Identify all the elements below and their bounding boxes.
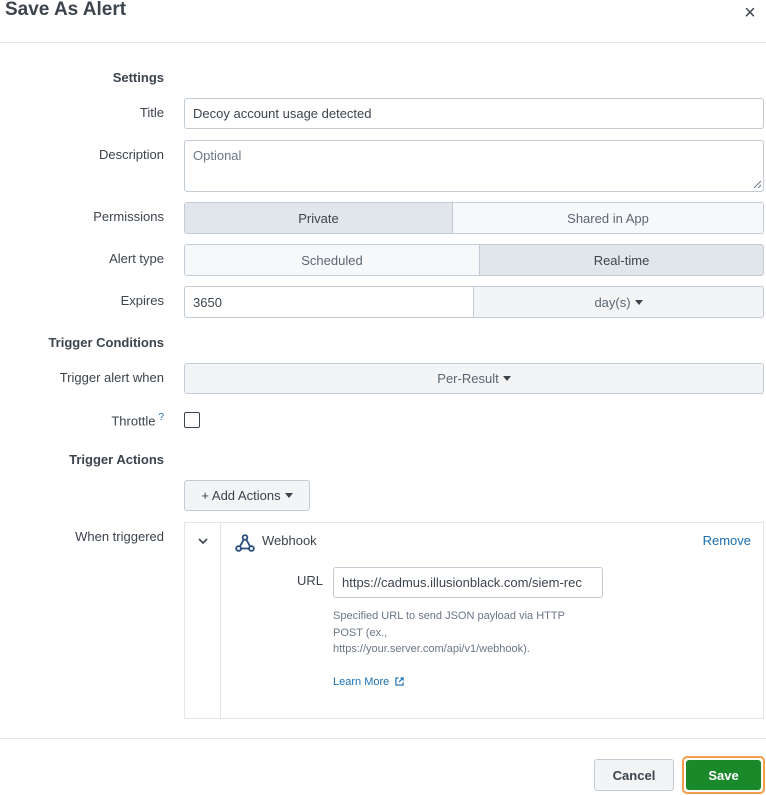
trigger-alert-when-label: Trigger alert when [59,370,164,385]
url-label: URL [297,573,324,588]
webhook-url-input[interactable] [333,567,603,598]
webhook-action-panel: Webhook Remove URL Specified URL to send… [184,522,764,719]
throttle-label: Throttle? [0,412,164,428]
permissions-toggle: Private Shared in App [184,202,764,234]
permissions-private-option[interactable]: Private [185,203,452,233]
add-actions-button[interactable]: + Add Actions [184,480,310,511]
expires-label: Expires [120,293,164,308]
trigger-actions-heading: Trigger Actions [69,452,164,467]
trigger-value-label: Per-Result [437,371,499,386]
description-textarea[interactable] [184,140,764,192]
expires-unit-label: day(s) [594,294,631,310]
webhook-help-text: Specified URL to send JSON payload via H… [333,610,565,655]
alert-type-scheduled-option[interactable]: Scheduled [185,245,479,275]
external-link-icon [395,677,405,686]
learn-more-link[interactable]: Learn More [333,676,405,688]
save-button-focus-ring: Save [682,756,765,794]
remove-action-link[interactable]: Remove [703,533,751,548]
caret-down-icon [634,299,643,305]
description-label: Description [98,147,164,162]
alert-type-label: Alert type [109,251,164,266]
alert-type-toggle: Scheduled Real-time [184,244,764,276]
close-icon[interactable]: × [740,3,760,23]
alert-type-realtime-option[interactable]: Real-time [479,245,763,275]
webhook-icon [235,534,255,552]
dialog-title: Save As Alert [5,0,127,20]
title-input[interactable] [184,98,764,129]
throttle-checkbox[interactable] [184,412,200,428]
dialog-header: Save As Alert × [0,0,766,43]
caret-down-icon [502,376,511,381]
permissions-shared-option[interactable]: Shared in App [452,203,763,233]
chevron-down-icon[interactable] [197,535,209,547]
cancel-button[interactable]: Cancel [594,759,674,791]
webhook-action-name: Webhook [262,533,317,548]
when-triggered-label: When triggered [75,529,164,544]
action-collapse-rail [185,523,221,718]
permissions-label: Permissions [93,209,164,224]
resize-grip-icon[interactable] [753,180,762,189]
save-button[interactable]: Save [686,760,761,790]
trigger-alert-when-dropdown[interactable]: Per-Result [184,363,764,394]
throttle-label-text: Throttle [111,413,156,429]
trigger-conditions-heading: Trigger Conditions [48,335,164,350]
caret-down-icon [284,493,293,498]
learn-more-label: Learn More [333,676,390,688]
add-actions-label: + Add Actions [201,488,281,503]
throttle-help-icon[interactable]: ? [158,412,164,423]
expires-input[interactable] [184,286,474,318]
settings-heading: Settings [112,70,164,85]
title-label: Title [139,105,164,120]
footer-divider [0,738,766,739]
expires-unit-dropdown[interactable]: day(s) [473,286,764,318]
